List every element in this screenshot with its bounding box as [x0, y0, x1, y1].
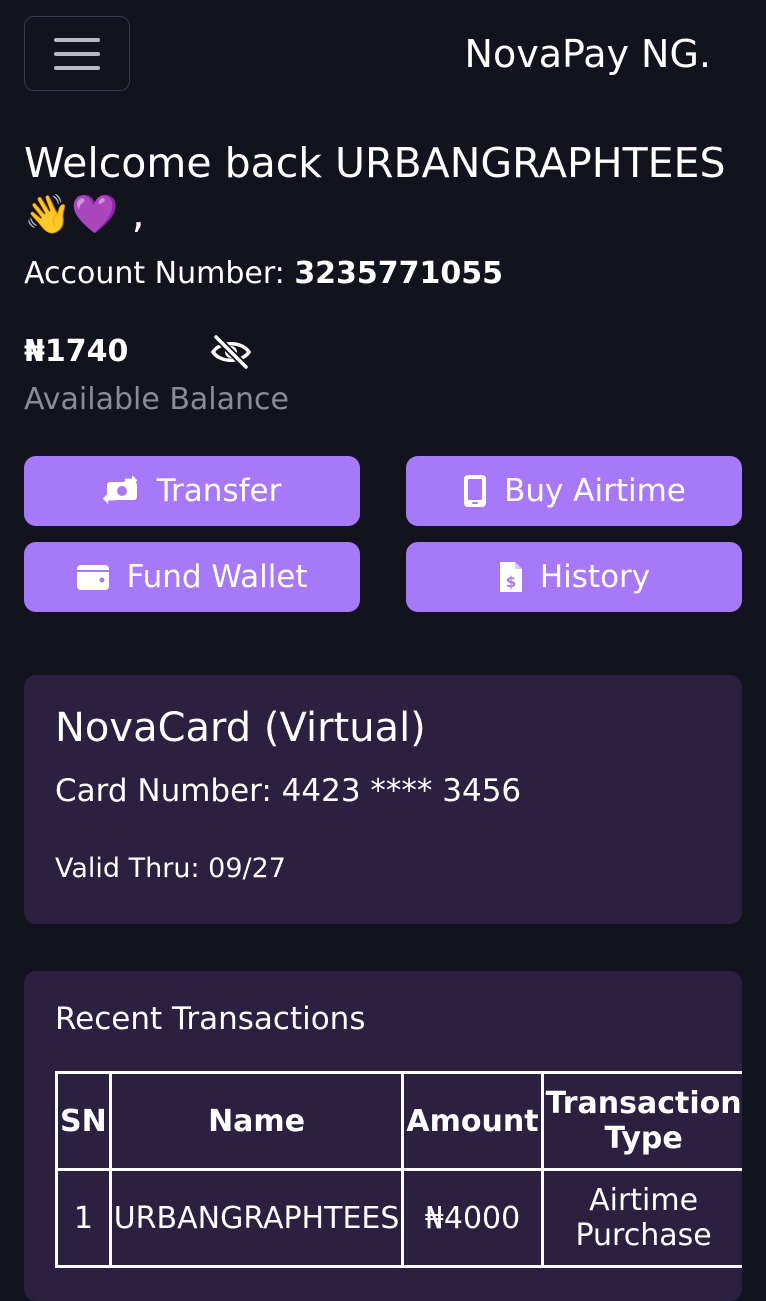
welcome-emoji: 👋💜 — [24, 192, 119, 236]
table-header-row: SN Name Amount Transaction Type — [55, 1071, 742, 1171]
history-label: History — [539, 559, 651, 595]
buy-airtime-button[interactable]: Buy Airtime — [406, 456, 742, 526]
available-balance-label: Available Balance — [24, 382, 289, 417]
brand-title: NovaPay NG. — [464, 32, 711, 76]
column-header-sn: SN — [55, 1071, 112, 1171]
hamburger-icon-bar — [54, 37, 100, 42]
table-row[interactable]: 1 URBANGRAPHTEES ₦4000 Airtime Purchase — [55, 1168, 742, 1268]
transfer-button[interactable]: Transfer — [24, 456, 360, 526]
history-button[interactable]: $ History — [406, 542, 742, 612]
cell-type: Airtime Purchase — [540, 1168, 742, 1268]
virtual-card-panel: NovaCard (Virtual) Card Number: 4423 ***… — [24, 675, 742, 924]
svg-text:$: $ — [506, 573, 516, 591]
card-title: NovaCard (Virtual) — [55, 705, 426, 751]
wallet-icon — [77, 565, 110, 590]
money-transfer-icon — [102, 476, 138, 505]
transactions-table: SN Name Amount Transaction Type 1 URBANG… — [55, 1071, 742, 1268]
cell-sn: 1 — [55, 1168, 112, 1268]
cell-name: URBANGRAPHTEES — [108, 1168, 405, 1268]
welcome-suffix: , — [118, 189, 145, 237]
cell-amount: ₦4000 — [401, 1168, 544, 1268]
balance-amount: ₦1740 — [24, 334, 129, 369]
eye-slash-icon[interactable] — [210, 334, 252, 370]
transfer-label: Transfer — [156, 473, 282, 509]
buy-airtime-label: Buy Airtime — [504, 473, 686, 509]
hamburger-icon-bar — [54, 51, 100, 56]
hamburger-icon-bar — [54, 65, 100, 70]
card-valid-thru: Valid Thru: 09/27 — [55, 853, 286, 884]
column-header-name: Name — [108, 1071, 405, 1171]
welcome-message: Welcome back URBANGRAPHTEES 👋💜 , — [24, 138, 744, 239]
account-number-row: Account Number: 3235771055 — [24, 256, 503, 291]
recent-transactions-panel: Recent Transactions SN Name Amount Trans… — [24, 971, 742, 1301]
account-number-label: Account Number: — [24, 256, 285, 291]
column-header-type: Transaction Type — [540, 1071, 742, 1171]
menu-button[interactable] — [24, 16, 130, 91]
mobile-phone-icon — [464, 475, 487, 507]
fund-wallet-label: Fund Wallet — [126, 559, 308, 595]
account-number: 3235771055 — [294, 256, 504, 291]
welcome-text: Welcome back URBANGRAPHTEES — [24, 139, 726, 187]
fund-wallet-button[interactable]: Fund Wallet — [24, 542, 360, 612]
recent-transactions-title: Recent Transactions — [55, 1001, 366, 1037]
card-number: Card Number: 4423 **** 3456 — [55, 773, 522, 809]
column-header-amount: Amount — [401, 1071, 544, 1171]
receipt-dollar-icon: $ — [499, 562, 522, 592]
